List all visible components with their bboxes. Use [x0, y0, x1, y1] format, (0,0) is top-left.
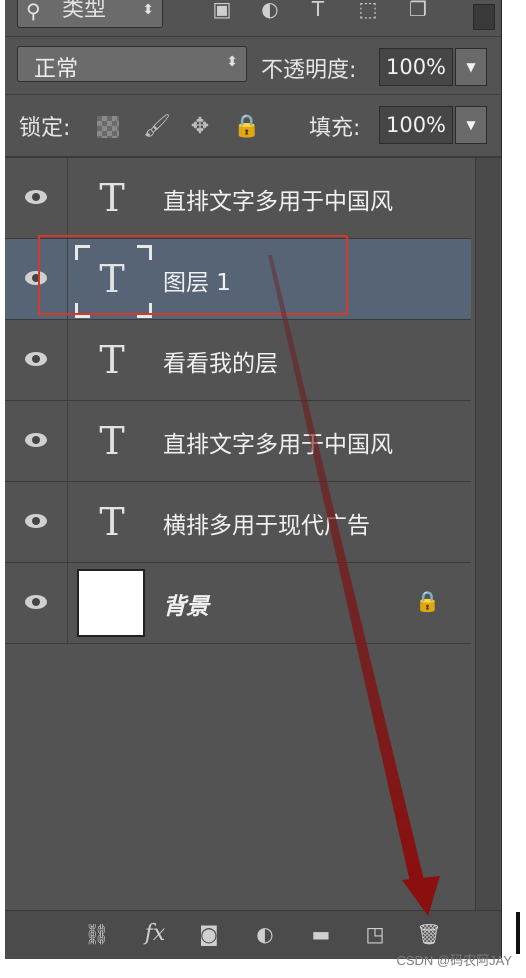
window-edge	[516, 912, 520, 954]
watermark: CSDN @码农阿JAY	[396, 953, 512, 968]
drag-arrow-annotation	[268, 255, 440, 916]
